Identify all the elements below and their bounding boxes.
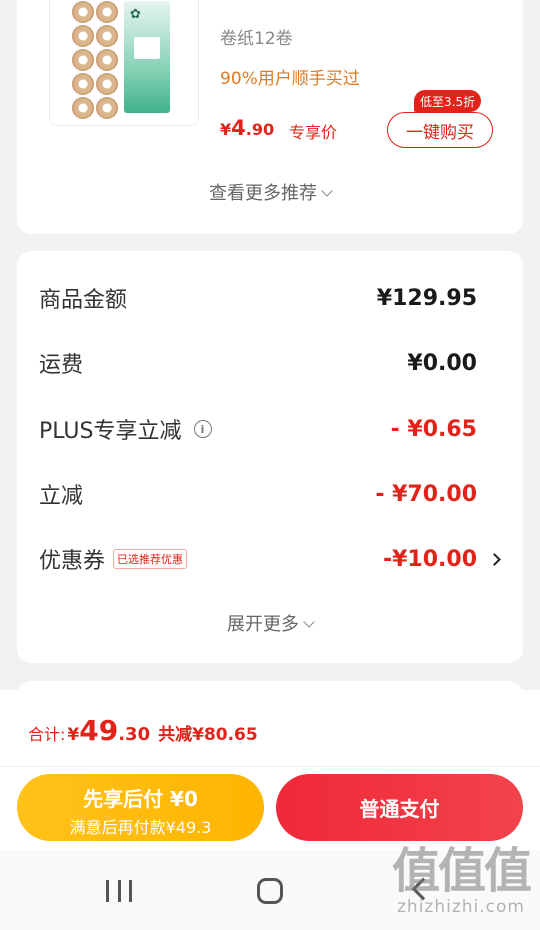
- summary-value: ¥0.00: [407, 350, 477, 376]
- total-saved: 共减¥80.65: [158, 725, 258, 745]
- chevron-down-icon: [303, 616, 315, 628]
- chevron-down-icon: [321, 185, 333, 197]
- product-title[interactable]: 卷纸12卷: [220, 24, 293, 49]
- recents-icon[interactable]: [106, 880, 132, 902]
- summary-value: - ¥70.00: [375, 481, 477, 507]
- chevron-right-icon[interactable]: [488, 552, 501, 566]
- summary-label: PLUS专享立减: [39, 419, 182, 444]
- watermark-logo: 值值值: [391, 843, 532, 899]
- summary-value: - ¥0.65: [390, 416, 477, 442]
- info-icon[interactable]: i: [193, 420, 212, 438]
- summary-value: -¥10.00: [382, 546, 477, 572]
- more-recommendations-link[interactable]: 查看更多推荐: [17, 179, 523, 205]
- pay-later-button[interactable]: 先享后付 ¥0 满意后再付款¥49.3: [17, 774, 264, 841]
- product-image[interactable]: ✿: [49, 0, 199, 126]
- total-amount: 合计: ¥ 49 .30 共减¥80.65: [28, 714, 258, 747]
- summary-row-goods: 商品金额 ¥129.95: [39, 278, 501, 318]
- checkout-bar: 合计: ¥ 49 .30 共减¥80.65 先享后付 ¥0 满意后再付款¥49.…: [0, 690, 540, 850]
- summary-label: 立减: [39, 484, 84, 509]
- summary-row-shipping: 运费 ¥0.00: [39, 343, 501, 383]
- order-summary-card: 商品金额 ¥129.95 运费 ¥0.00 PLUS专享立减 i - ¥0.65…: [17, 251, 523, 663]
- one-click-buy-button[interactable]: 一键购买: [387, 112, 493, 148]
- watermark-url: zhizhizhi.com: [397, 897, 525, 917]
- discount-badge: 低至3.5折: [414, 90, 482, 112]
- recommendation-card: ✿ 卷纸12卷 90%用户顺手买过 ¥4.90 专享价 一键购买 低至3.5折 …: [17, 0, 523, 234]
- expand-more-link[interactable]: 展开更多: [17, 610, 523, 636]
- product-buyers-text: 90%用户顺手买过: [220, 69, 360, 89]
- summary-row-coupon[interactable]: 优惠券 已选推荐优惠 -¥10.00: [39, 539, 501, 579]
- summary-value: ¥129.95: [376, 285, 477, 311]
- watermark: 值值值 zhizhizhi.com: [391, 843, 532, 917]
- summary-row-plus: PLUS专享立减 i - ¥0.65: [39, 409, 501, 449]
- product-price: ¥4.90: [220, 116, 275, 140]
- summary-label: 运费: [39, 353, 84, 378]
- divider: [0, 766, 540, 767]
- summary-label: 商品金额: [39, 288, 128, 313]
- home-icon[interactable]: [257, 878, 283, 904]
- normal-pay-button[interactable]: 普通支付: [276, 774, 523, 841]
- summary-label: 优惠券: [39, 549, 106, 574]
- price-tag: 专享价: [289, 123, 338, 142]
- summary-row-discount: 立减 - ¥70.00: [39, 474, 501, 514]
- coupon-recommended-badge: 已选推荐优惠: [113, 549, 188, 569]
